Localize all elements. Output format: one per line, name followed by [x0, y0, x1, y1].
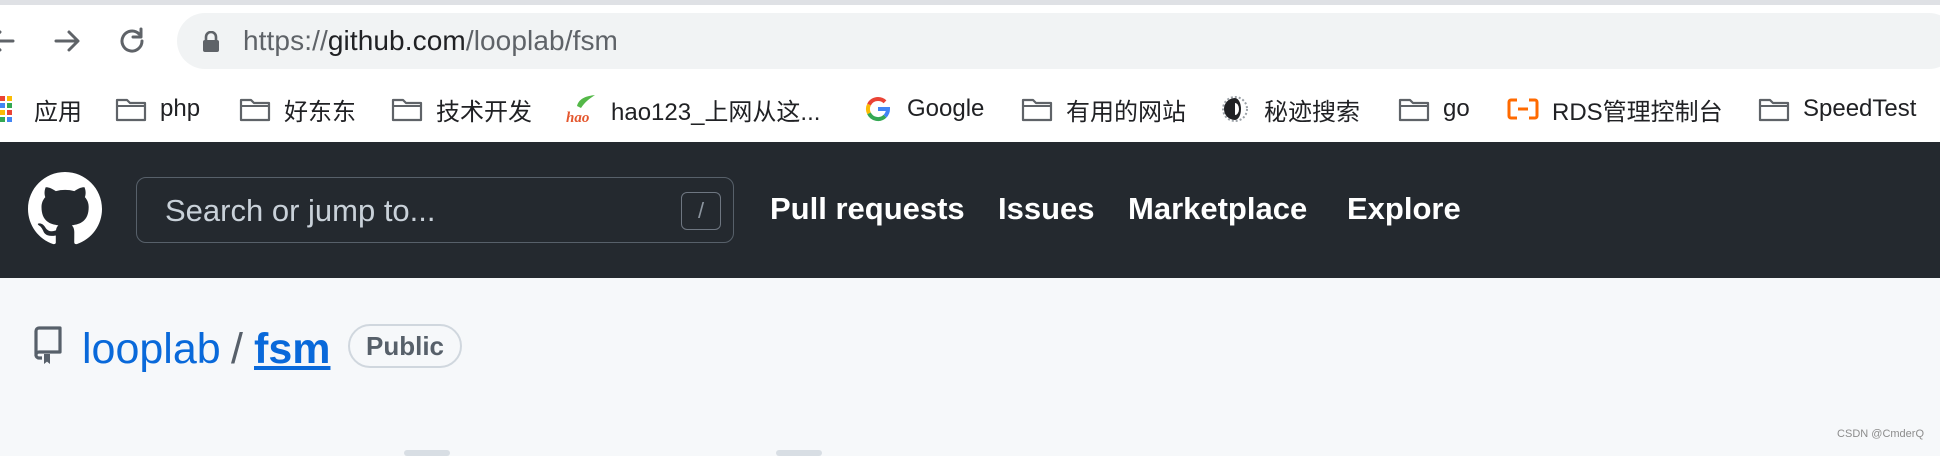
folder-icon	[238, 94, 272, 124]
bookmark-label: hao123_上网从这...	[611, 98, 821, 126]
nav-marketplace[interactable]: Marketplace	[1128, 191, 1307, 227]
bookmark-speedtest[interactable]: SpeedTest	[1757, 76, 1916, 142]
bookmark-label: 秘迹搜索	[1264, 98, 1360, 126]
bookmark-label: 应用	[34, 98, 82, 126]
svg-text:hao: hao	[566, 110, 589, 124]
hao123-icon: hao	[565, 94, 599, 124]
reload-icon	[120, 27, 144, 53]
bookmark-haodongdong[interactable]: 好东东	[238, 76, 356, 142]
nav-issues[interactable]: Issues	[998, 191, 1095, 227]
repo-header: looplab / fsm Public CSDN @CmderQ	[0, 278, 1940, 456]
url-text[interactable]: https://github.com/looplab/fsm	[243, 26, 618, 56]
folder-icon	[114, 94, 148, 124]
back-arrow-icon	[0, 30, 15, 52]
bookmark-rds-console[interactable]: RDS管理控制台	[1506, 76, 1723, 142]
folder-icon	[390, 94, 424, 124]
url-host: github.com	[327, 25, 466, 56]
bookmark-useful-sites[interactable]: 有用的网站	[1020, 76, 1186, 142]
miji-icon	[1218, 94, 1252, 124]
folder-icon	[1757, 94, 1791, 124]
repo-icon	[34, 326, 62, 364]
lock-icon[interactable]	[201, 31, 221, 53]
bookmark-miji-search[interactable]: 秘迹搜索	[1218, 76, 1360, 142]
repo-path-separator: /	[231, 325, 243, 373]
tab-hint	[404, 450, 450, 456]
reload-button[interactable]	[112, 21, 152, 61]
bookmark-label: SpeedTest	[1803, 95, 1917, 122]
bookmark-google[interactable]: Google	[861, 76, 984, 142]
bookmark-php[interactable]: php	[114, 76, 200, 142]
bookmark-label: 技术开发	[436, 98, 532, 126]
repo-name-link[interactable]: fsm	[254, 326, 330, 372]
apps-grid-icon	[0, 94, 16, 124]
visibility-badge: Public	[348, 324, 462, 368]
bookmark-go[interactable]: go	[1397, 76, 1470, 142]
browser-toolbar: https://github.com/looplab/fsm	[0, 5, 1940, 76]
bookmark-label: RDS管理控制台	[1552, 98, 1723, 126]
github-logo-icon[interactable]	[28, 172, 102, 246]
bookmark-label: go	[1443, 95, 1470, 122]
nav-explore[interactable]: Explore	[1347, 191, 1461, 227]
url-path: /looplab/fsm	[465, 25, 618, 56]
folder-icon	[1020, 94, 1054, 124]
forward-button[interactable]	[47, 21, 87, 61]
search-shortcut-key: /	[681, 192, 721, 230]
address-bar[interactable]: https://github.com/looplab/fsm	[177, 13, 1940, 69]
tab-hint	[776, 450, 822, 456]
search-input[interactable]: Search or jump to... /	[136, 177, 734, 243]
bookmark-label: 好东东	[284, 98, 356, 126]
bookmarks-bar: 应用 php 好东东 技术开发 hao hao123_上网从这... Googl…	[0, 76, 1940, 142]
folder-icon	[1397, 94, 1431, 124]
search-placeholder: Search or jump to...	[165, 193, 436, 228]
back-button[interactable]	[0, 21, 22, 61]
bookmark-label: Google	[907, 95, 985, 122]
aliyun-icon	[1506, 94, 1540, 124]
forward-arrow-icon	[54, 30, 80, 52]
bookmark-apps[interactable]: 应用	[0, 76, 82, 142]
bookmark-tech-dev[interactable]: 技术开发	[390, 76, 532, 142]
nav-pull-requests[interactable]: Pull requests	[770, 191, 965, 227]
bookmark-label: php	[160, 95, 201, 122]
bookmark-label: 有用的网站	[1066, 98, 1186, 126]
watermark: CSDN @CmderQ	[1837, 428, 1924, 440]
bookmark-hao123[interactable]: hao hao123_上网从这...	[565, 76, 820, 142]
url-scheme: https://	[243, 25, 328, 56]
google-icon	[861, 94, 895, 124]
github-header: Search or jump to... / Pull requests Iss…	[0, 142, 1940, 278]
repo-owner-link[interactable]: looplab	[82, 326, 221, 372]
